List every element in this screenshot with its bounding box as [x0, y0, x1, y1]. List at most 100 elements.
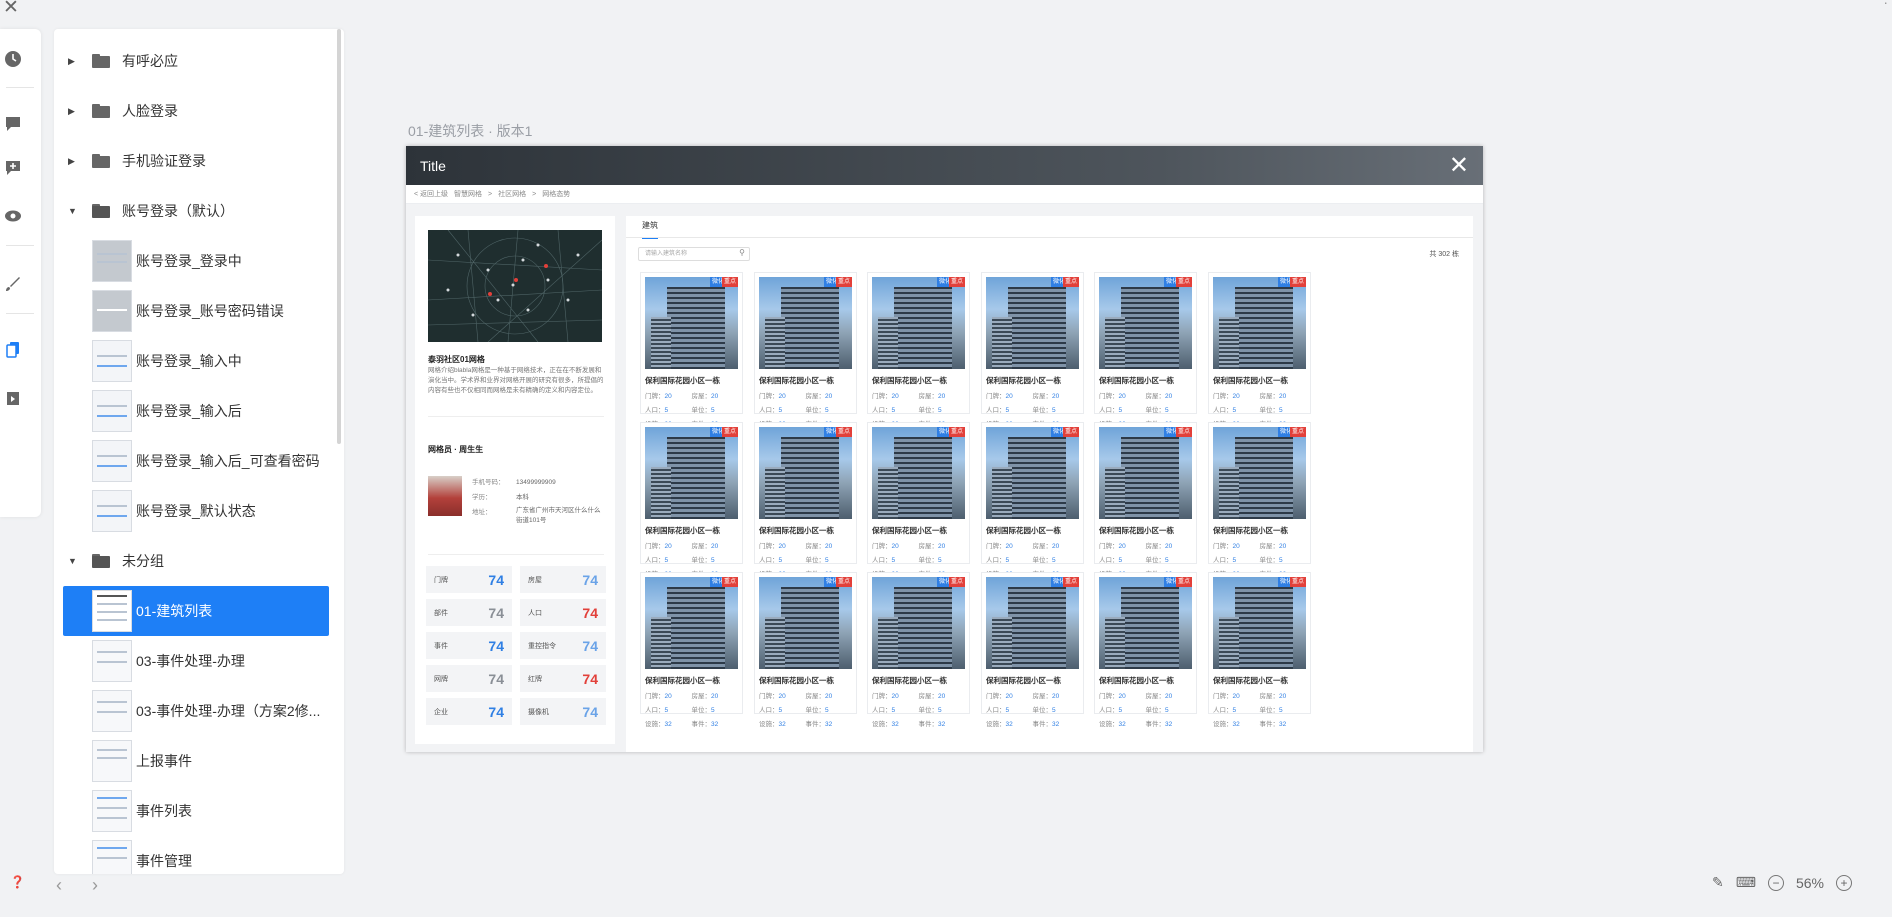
tree-folder-3[interactable]: ▼ 账号登录（默认） [54, 186, 330, 236]
grid-map[interactable] [428, 230, 602, 342]
tree-page-7[interactable]: 账号登录_输入后 [54, 386, 330, 436]
stat-plates[interactable]: 网牌 74 [426, 665, 512, 692]
tree-page-6[interactable]: 账号登录_输入中 [54, 336, 330, 386]
components-icon[interactable] [0, 385, 26, 411]
key-badge: 重点 [1062, 277, 1079, 287]
building-photo [872, 577, 965, 669]
tree-page-4[interactable]: 账号登录_登录中 [54, 236, 330, 286]
unit-field: 单位：5 [691, 407, 715, 414]
breadcrumb-item[interactable]: 智慧网格 [454, 189, 482, 199]
tree-page-15[interactable]: 事件列表 [54, 786, 330, 836]
house-field: 房屋：20 [805, 693, 833, 700]
building-card[interactable]: 微化重点保利国际花园小区一栋门牌：20房屋：20人口：5单位：5设施：32事件：… [1208, 272, 1311, 428]
tree-label: 账号登录_账号密码错误 [136, 303, 284, 319]
tree-folder-0[interactable]: ▶ 有呼必应 [54, 36, 330, 86]
event-field: 事件：32 [1259, 721, 1287, 728]
building-card[interactable]: 微化重点保利国际花园小区一栋门牌：20房屋：20人口：5单位：5设施：32事件：… [640, 422, 743, 578]
unit-field: 单位：5 [691, 707, 715, 714]
building-card[interactable]: 微化重点保利国际花园小区一栋门牌：20房屋：20人口：5单位：5设施：32事件：… [1094, 272, 1197, 428]
facility-field: 设施：32 [872, 721, 899, 728]
tree-page-11-selected[interactable]: 01-建筑列表 [63, 586, 329, 636]
search-icon[interactable]: ⚲ [739, 247, 745, 259]
building-card[interactable]: 微化重点保利国际花园小区一栋门牌：20房屋：20人口：5单位：5设施：32事件：… [1208, 572, 1311, 728]
close-icon[interactable]: ✕ [3, 0, 19, 19]
building-card[interactable]: 微化重点保利国际花园小区一栋门牌：20房屋：20人口：5单位：5设施：32事件：… [1094, 572, 1197, 728]
breadcrumb-back[interactable]: < 返回上级 [414, 189, 448, 199]
tree-label: 账号登录_输入中 [136, 353, 242, 369]
stat-events[interactable]: 事件 74 [426, 632, 512, 659]
building-card[interactable]: 微化重点保利国际花园小区一栋门牌：20房屋：20人口：5单位：5设施：32事件：… [981, 422, 1084, 578]
tree-page-5[interactable]: 账号登录_账号密码错误 [54, 286, 330, 336]
zoom-out-icon[interactable]: − [1767, 874, 1784, 891]
stat-commands[interactable]: 重控指令 74 [520, 632, 606, 659]
facility-field: 设施：32 [1213, 721, 1240, 728]
stat-door[interactable]: 门牌 74 [426, 566, 512, 593]
tree-page-12[interactable]: 03-事件处理-办理 [54, 636, 330, 686]
building-card[interactable]: 微化重点保利国际花园小区一栋门牌：20房屋：20人口：5单位：5设施：32事件：… [867, 272, 970, 428]
house-field: 房屋：20 [805, 393, 833, 400]
building-card[interactable]: 微化重点保利国际花园小区一栋门牌：20房屋：20人口：5单位：5设施：32事件：… [640, 272, 743, 428]
tab-underline [626, 237, 1473, 238]
canvas-page-title: 01-建筑列表 · 版本1 [408, 123, 533, 139]
keyboard-icon[interactable]: ⌨ [1736, 874, 1756, 891]
building-card[interactable]: 微化重点保利国际花园小区一栋门牌：20房屋：20人口：5单位：5设施：32事件：… [867, 422, 970, 578]
help-icon[interactable]: ❓ [10, 875, 25, 889]
building-search-input[interactable]: 请输入建筑名称 ⚲ [638, 247, 750, 261]
building-card[interactable]: 微化重点保利国际花园小区一栋门牌：20房屋：20人口：5单位：5设施：32事件：… [640, 572, 743, 728]
tree-page-13[interactable]: 03-事件处理-办理（方案2修... [54, 686, 330, 736]
tree-label: 有呼必应 [122, 53, 178, 69]
pages-icon[interactable] [0, 336, 26, 362]
tree-folder-1[interactable]: ▶ 人脸登录 [54, 86, 330, 136]
forward-icon[interactable]: › [92, 875, 98, 896]
brush-icon[interactable] [0, 271, 26, 297]
caret-right-icon[interactable]: ▶ [68, 156, 84, 167]
caret-down-icon[interactable]: ▼ [68, 556, 84, 566]
building-card[interactable]: 微化重点保利国际花园小区一栋门牌：20房屋：20人口：5单位：5设施：32事件：… [754, 272, 857, 428]
building-card[interactable]: 微化重点保利国际花园小区一栋门牌：20房屋：20人口：5单位：5设施：32事件：… [981, 272, 1084, 428]
back-icon[interactable]: ‹ [56, 875, 62, 896]
tree-folder-10[interactable]: ▼ 未分组 [54, 536, 330, 586]
eyedropper-icon[interactable]: ✎ [1712, 874, 1724, 891]
tree-page-16[interactable]: 事件管理 [54, 836, 330, 874]
building-card[interactable]: 微化重点保利国际花园小区一栋门牌：20房屋：20人口：5单位：5设施：32事件：… [754, 422, 857, 578]
building-card[interactable]: 微化重点保利国际花园小区一栋门牌：20房屋：20人口：5单位：5设施：32事件：… [754, 572, 857, 728]
caret-right-icon[interactable]: ▶ [68, 56, 84, 67]
stat-red-cards[interactable]: 红牌 74 [520, 665, 606, 692]
building-card[interactable]: 微化重点保利国际花园小区一栋门牌：20房屋：20人口：5单位：5设施：32事件：… [867, 572, 970, 728]
caret-right-icon[interactable]: ▶ [68, 106, 84, 117]
population-field: 人口：5 [872, 557, 896, 564]
tree-label: 未分组 [122, 553, 164, 569]
stat-companies[interactable]: 企业 74 [426, 698, 512, 725]
tree-scrollbar[interactable] [337, 29, 341, 444]
stat-house[interactable]: 房屋 74 [520, 566, 606, 593]
tree-page-9[interactable]: 账号登录_默认状态 [54, 486, 330, 536]
building-card[interactable]: 微化重点保利国际花园小区一栋门牌：20房屋：20人口：5单位：5设施：32事件：… [1094, 422, 1197, 578]
caret-down-icon[interactable]: ▼ [68, 206, 84, 216]
preview-icon[interactable] [0, 203, 26, 229]
zoom-in-icon[interactable]: + [1836, 874, 1852, 891]
page-preview-frame[interactable]: Title ✕ < 返回上级 智慧网格 > 社区网格 > 网格态势 泰羽社区01… [406, 146, 1483, 752]
door-field: 门牌：20 [1099, 393, 1126, 400]
unit-field: 单位：5 [805, 557, 829, 564]
zoom-level[interactable]: 56% [1796, 875, 1824, 891]
stat-population[interactable]: 人口 74 [520, 599, 606, 626]
building-photo [759, 277, 852, 369]
house-field: 房屋：20 [1259, 693, 1287, 700]
house-field: 房屋：20 [1259, 543, 1287, 550]
breadcrumb-item[interactable]: 社区网格 [498, 189, 526, 199]
event-field: 事件：32 [1145, 721, 1173, 728]
comment-icon[interactable] [0, 111, 26, 137]
tree-page-14[interactable]: 上报事件 [54, 736, 330, 786]
modal-close-icon[interactable]: ✕ [1449, 151, 1469, 180]
history-icon[interactable] [0, 46, 26, 72]
add-comment-icon[interactable] [0, 155, 26, 181]
building-card[interactable]: 微化重点保利国际花园小区一栋门牌：20房屋：20人口：5单位：5设施：32事件：… [1208, 422, 1311, 578]
stat-parts[interactable]: 部件 74 [426, 599, 512, 626]
stat-cameras[interactable]: 摄像机 74 [520, 698, 606, 725]
house-field: 房屋：20 [918, 393, 946, 400]
unit-field: 单位：5 [1259, 707, 1283, 714]
tree-page-8[interactable]: 账号登录_输入后_可查看密码 [54, 436, 330, 486]
building-card[interactable]: 微化重点保利国际花园小区一栋门牌：20房屋：20人口：5单位：5设施：32事件：… [981, 572, 1084, 728]
unit-field: 单位：5 [805, 407, 829, 414]
tree-folder-2[interactable]: ▶ 手机验证登录 [54, 136, 330, 186]
